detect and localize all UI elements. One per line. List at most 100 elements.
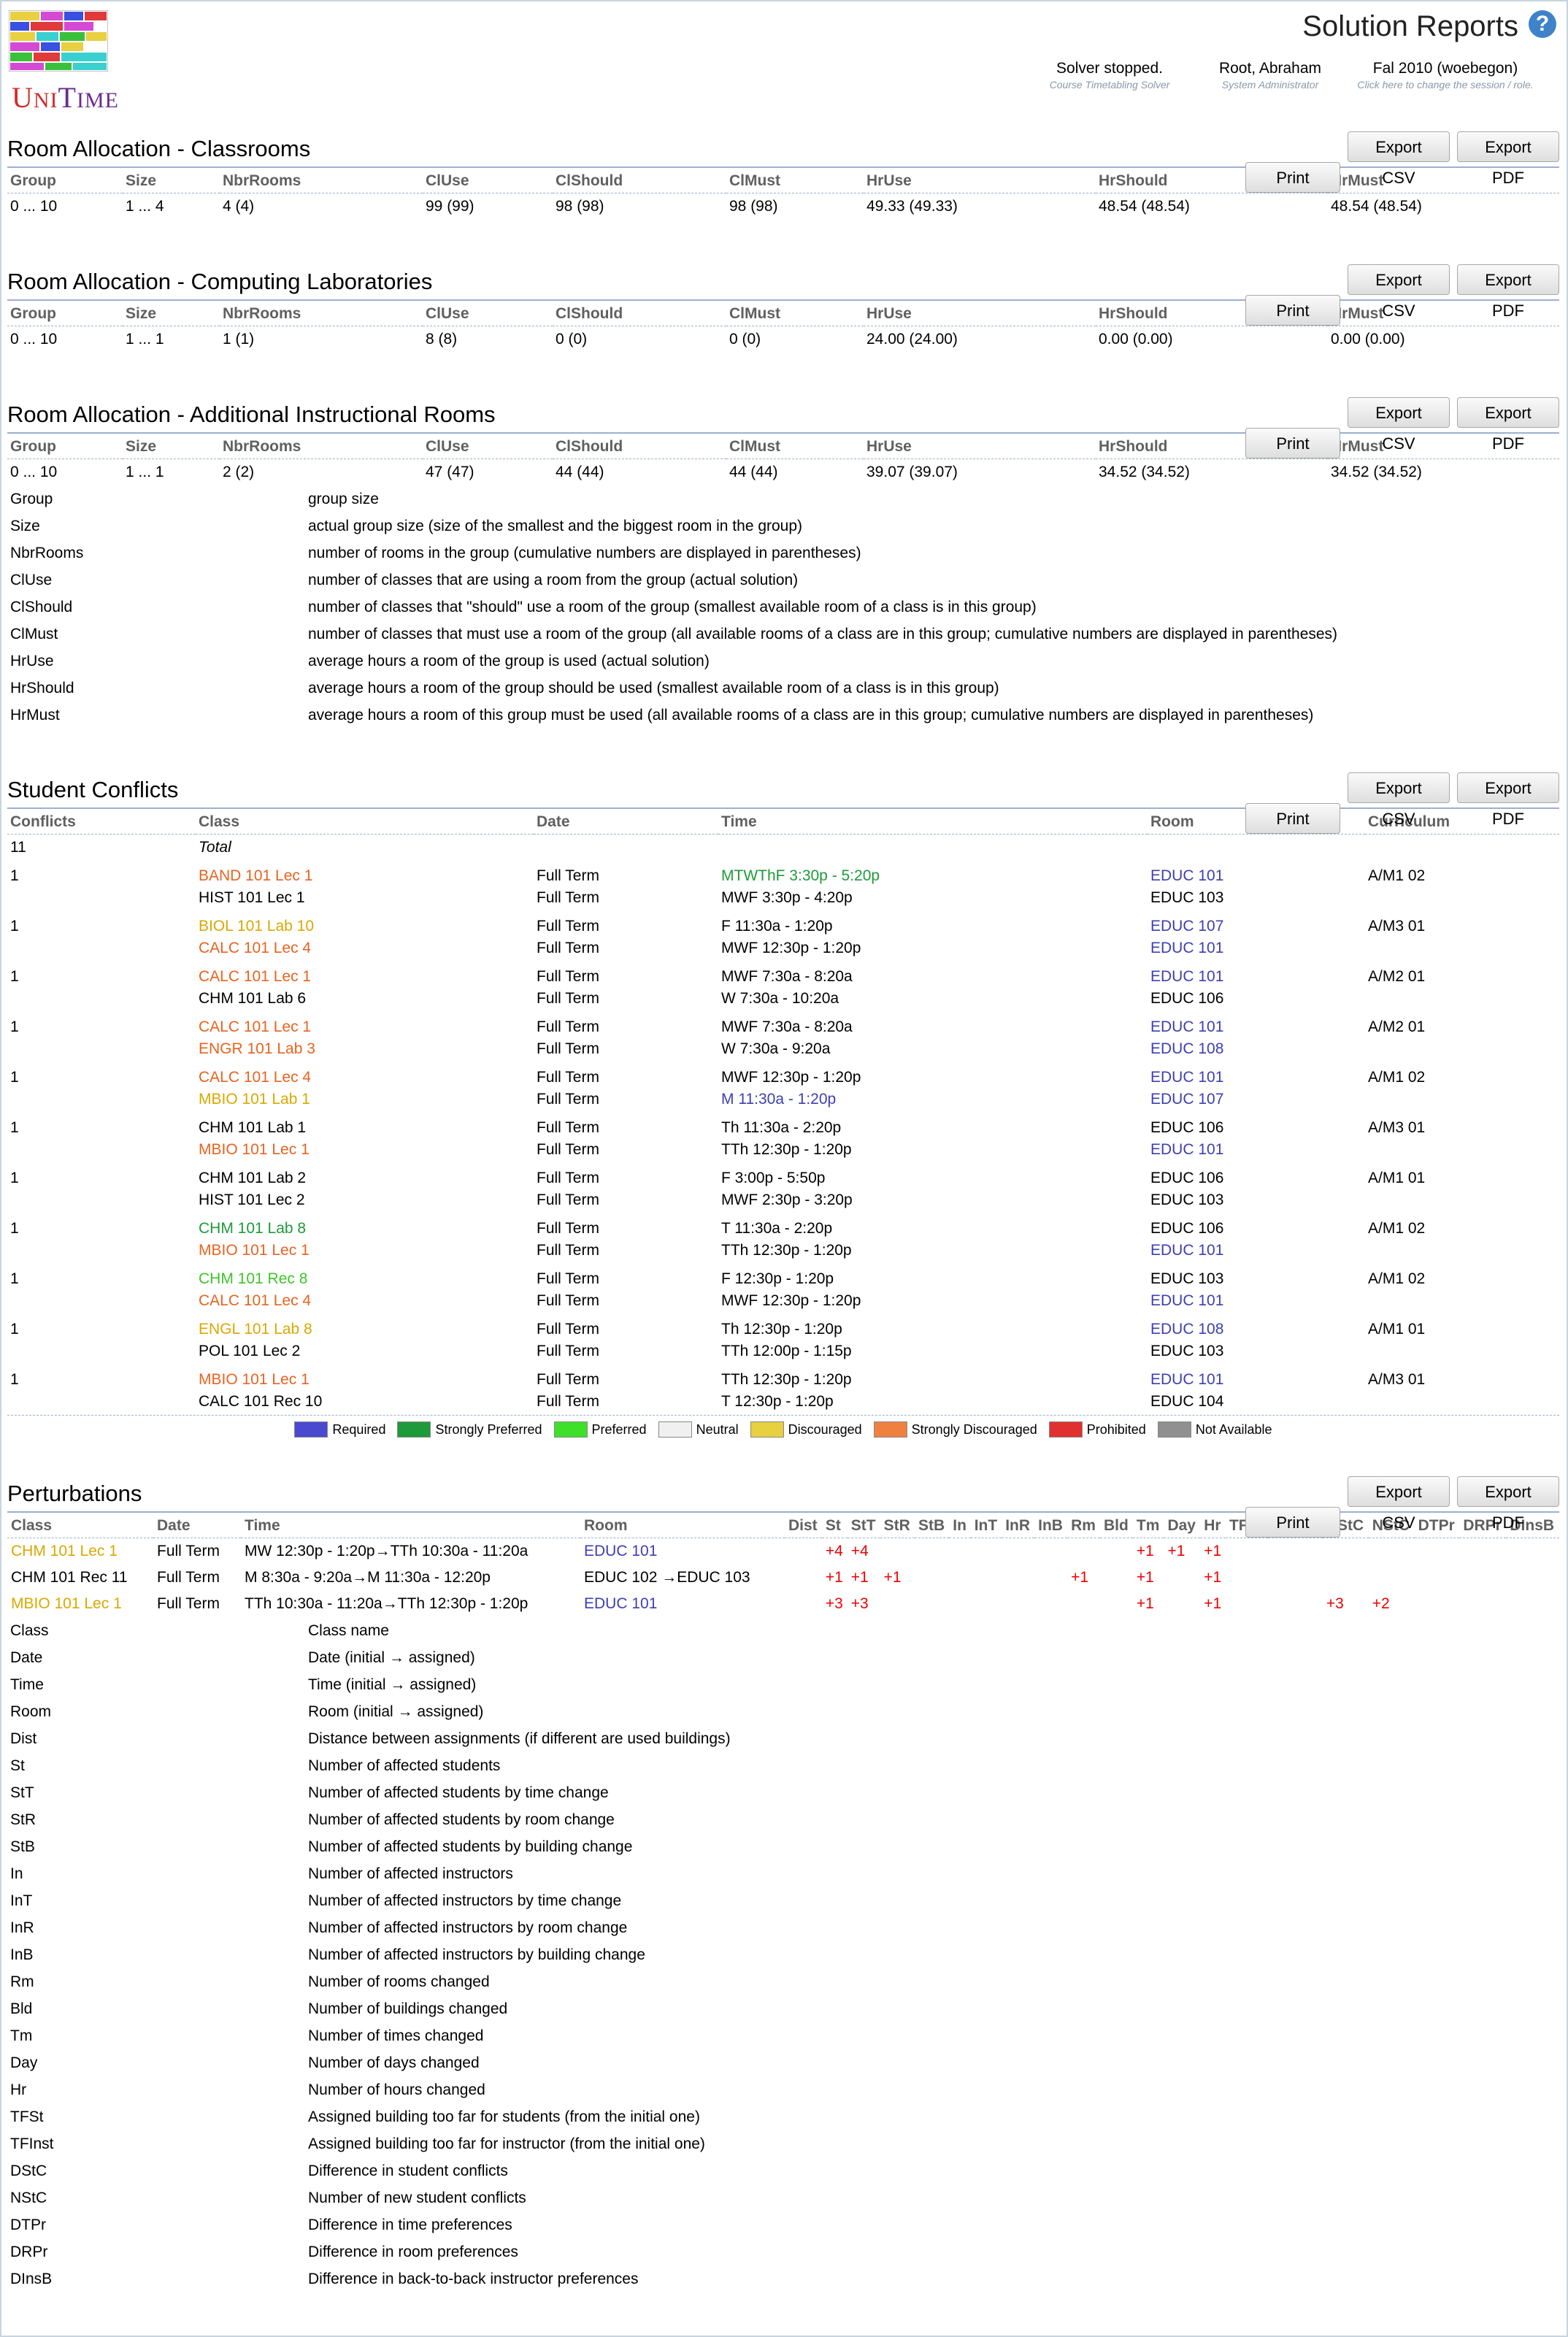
class-name[interactable]: CALC 101 Lec 4 bbox=[199, 1067, 531, 1089]
column-header[interactable]: InT bbox=[970, 1513, 1002, 1538]
class-name[interactable]: MBIO 101 Lec 1 bbox=[199, 1139, 531, 1161]
print-button[interactable]: Print bbox=[1245, 295, 1340, 326]
conflict-row[interactable]: 1 ENGL 101 Lab 8 POL 101 Lec 2 Full Term Ful… bbox=[7, 1314, 1559, 1365]
class-name[interactable]: BIOL 101 Lab 10 bbox=[199, 916, 531, 937]
column-header[interactable]: HrUse bbox=[864, 434, 1096, 459]
export-pdf-button[interactable]: Export PDF bbox=[1457, 1476, 1559, 1532]
print-button[interactable]: Print bbox=[1245, 803, 1340, 834]
perturbation-row[interactable]: CHM 101 Rec 11 Full Term M 8:30a - 9:20a→M… bbox=[7, 1565, 1559, 1591]
column-header[interactable]: Class bbox=[196, 809, 534, 834]
column-header[interactable]: Conflicts bbox=[7, 809, 196, 834]
column-header[interactable]: Size bbox=[123, 168, 220, 193]
column-header[interactable]: InR bbox=[1002, 1513, 1035, 1538]
column-header[interactable]: ClMust bbox=[726, 301, 864, 326]
class-name[interactable]: HIST 101 Lec 1 bbox=[199, 887, 531, 909]
column-header[interactable]: Hr bbox=[1200, 1513, 1226, 1538]
conflict-row[interactable]: 1 BIOL 101 Lab 10 CALC 101 Lec 4 Full Term F… bbox=[7, 911, 1559, 962]
conflict-row[interactable]: 1 CHM 101 Lab 1 MBIO 101 Lec 1 Full Term Ful… bbox=[7, 1113, 1559, 1163]
conflict-row[interactable]: 1 CHM 101 Rec 8 CALC 101 Lec 4 Full Term Ful… bbox=[7, 1264, 1559, 1314]
class-name[interactable]: CHM 101 Lab 8 bbox=[199, 1218, 531, 1240]
export-pdf-button[interactable]: Export PDF bbox=[1457, 131, 1559, 187]
column-header[interactable]: StB bbox=[914, 1513, 950, 1538]
column-header[interactable]: ClUse bbox=[423, 168, 553, 193]
class-name[interactable]: CHM 101 Lab 1 bbox=[199, 1117, 531, 1139]
column-header[interactable]: Time bbox=[241, 1513, 580, 1538]
column-header[interactable]: NbrRooms bbox=[220, 434, 423, 459]
class-name[interactable]: CHM 101 Lab 6 bbox=[199, 988, 531, 1010]
class-name[interactable]: CALC 101 Lec 4 bbox=[199, 937, 531, 959]
column-header[interactable]: ClUse bbox=[423, 434, 553, 459]
export-csv-button[interactable]: Export CSV bbox=[1348, 264, 1450, 320]
column-header[interactable]: ClUse bbox=[423, 301, 553, 326]
session-info[interactable]: Fal 2010 (woebegon) Click here to change… bbox=[1336, 60, 1555, 91]
export-csv-button[interactable]: Export CSV bbox=[1348, 397, 1450, 453]
column-header[interactable]: Group bbox=[7, 168, 123, 193]
class-name[interactable]: CHM 101 Lec 1 bbox=[7, 1538, 153, 1565]
class-name[interactable]: POL 101 Lec 2 bbox=[199, 1340, 531, 1362]
column-header[interactable]: Date bbox=[153, 1513, 241, 1538]
perturbation-row[interactable]: CHM 101 Lec 1 Full Term MW 12:30p - 1:20p→… bbox=[7, 1538, 1559, 1565]
class-name[interactable]: CHM 101 Lab 2 bbox=[199, 1167, 531, 1189]
class-name[interactable]: BAND 101 Lec 1 bbox=[199, 865, 531, 887]
help-icon[interactable]: ? bbox=[1529, 10, 1556, 38]
column-header[interactable]: Bld bbox=[1100, 1513, 1133, 1538]
unitime-logo[interactable]: UNITIME bbox=[9, 10, 118, 114]
column-header[interactable]: StR bbox=[880, 1513, 915, 1538]
column-header[interactable]: Group bbox=[7, 301, 123, 326]
print-button[interactable]: Print bbox=[1245, 428, 1340, 458]
column-header[interactable]: ClShould bbox=[553, 434, 726, 459]
column-header[interactable]: Room bbox=[580, 1513, 785, 1538]
column-header[interactable]: Size bbox=[123, 301, 220, 326]
column-header[interactable]: Dist bbox=[785, 1513, 822, 1538]
export-pdf-button[interactable]: Export PDF bbox=[1457, 264, 1559, 320]
column-header[interactable]: ClMust bbox=[726, 168, 864, 193]
perturbation-row[interactable]: MBIO 101 Lec 1 Full Term TTh 10:30a - 11:2… bbox=[7, 1591, 1559, 1617]
export-csv-button[interactable]: Export CSV bbox=[1348, 772, 1450, 828]
column-header[interactable]: StT bbox=[847, 1513, 880, 1538]
class-name[interactable]: MBIO 101 Lec 1 bbox=[199, 1369, 531, 1391]
column-header[interactable]: Rm bbox=[1067, 1513, 1100, 1538]
column-header[interactable]: St bbox=[821, 1513, 848, 1538]
column-header[interactable]: Size bbox=[123, 434, 220, 459]
class-name[interactable]: MBIO 101 Lab 1 bbox=[199, 1089, 531, 1110]
class-name[interactable]: CALC 101 Lec 1 bbox=[199, 1016, 531, 1038]
export-pdf-button[interactable]: Export PDF bbox=[1457, 772, 1559, 828]
column-header[interactable]: HrUse bbox=[864, 301, 1096, 326]
conflict-row[interactable]: 1 CALC 101 Lec 1 CHM 101 Lab 6 Full Term Ful… bbox=[7, 962, 1559, 1012]
column-header[interactable]: Group bbox=[7, 434, 123, 459]
class-name[interactable]: CALC 101 Lec 1 bbox=[199, 966, 531, 988]
class-name[interactable]: MBIO 101 Lec 1 bbox=[199, 1240, 531, 1262]
conflict-row[interactable]: 1 CHM 101 Lab 8 MBIO 101 Lec 1 Full Term Ful… bbox=[7, 1213, 1559, 1264]
class-name[interactable]: CHM 101 Rec 8 bbox=[199, 1268, 531, 1290]
class-name[interactable]: MBIO 101 Lec 1 bbox=[7, 1591, 153, 1617]
column-header[interactable]: ClShould bbox=[553, 168, 726, 193]
conflict-row[interactable]: 1 CALC 101 Lec 4 MBIO 101 Lab 1 Full Term Fu… bbox=[7, 1062, 1559, 1113]
column-header[interactable]: InB bbox=[1034, 1513, 1068, 1538]
conflict-row[interactable]: 1 CALC 101 Lec 1 ENGR 101 Lab 3 Full Term Fu… bbox=[7, 1012, 1559, 1062]
class-name[interactable]: CHM 101 Rec 11 bbox=[7, 1565, 153, 1591]
column-header[interactable]: HrUse bbox=[864, 168, 1096, 193]
column-header[interactable]: NbrRooms bbox=[220, 301, 423, 326]
class-name[interactable]: CALC 101 Rec 10 bbox=[199, 1391, 531, 1413]
column-header[interactable]: Time bbox=[718, 809, 1148, 834]
print-button[interactable]: Print bbox=[1245, 162, 1340, 193]
export-csv-button[interactable]: Export CSV bbox=[1348, 131, 1450, 187]
column-header[interactable]: NbrRooms bbox=[220, 168, 423, 193]
class-name[interactable]: ENGR 101 Lab 3 bbox=[199, 1038, 531, 1060]
column-header[interactable]: Class bbox=[7, 1513, 153, 1538]
conflict-row[interactable]: 1 BAND 101 Lec 1 HIST 101 Lec 1 Full Term Fu… bbox=[7, 861, 1559, 911]
print-button[interactable]: Print bbox=[1245, 1507, 1340, 1538]
column-header[interactable]: Day bbox=[1164, 1513, 1201, 1538]
column-header[interactable]: ClMust bbox=[726, 434, 864, 459]
export-pdf-button[interactable]: Export PDF bbox=[1457, 397, 1559, 453]
class-name[interactable]: HIST 101 Lec 2 bbox=[199, 1189, 531, 1211]
conflict-row[interactable]: 1 MBIO 101 Lec 1 CALC 101 Rec 10 Full Term F… bbox=[7, 1365, 1559, 1415]
column-header[interactable]: In bbox=[949, 1513, 971, 1538]
class-name[interactable]: ENGL 101 Lab 8 bbox=[199, 1319, 531, 1340]
conflict-row[interactable]: 1 CHM 101 Lab 2 HIST 101 Lec 2 Full Term Ful… bbox=[7, 1163, 1559, 1213]
class-name[interactable]: CALC 101 Lec 4 bbox=[199, 1290, 531, 1312]
column-header[interactable]: ClShould bbox=[553, 301, 726, 326]
column-header[interactable]: Date bbox=[534, 809, 718, 834]
export-csv-button[interactable]: Export CSV bbox=[1348, 1476, 1450, 1532]
column-header[interactable]: Tm bbox=[1132, 1513, 1164, 1538]
